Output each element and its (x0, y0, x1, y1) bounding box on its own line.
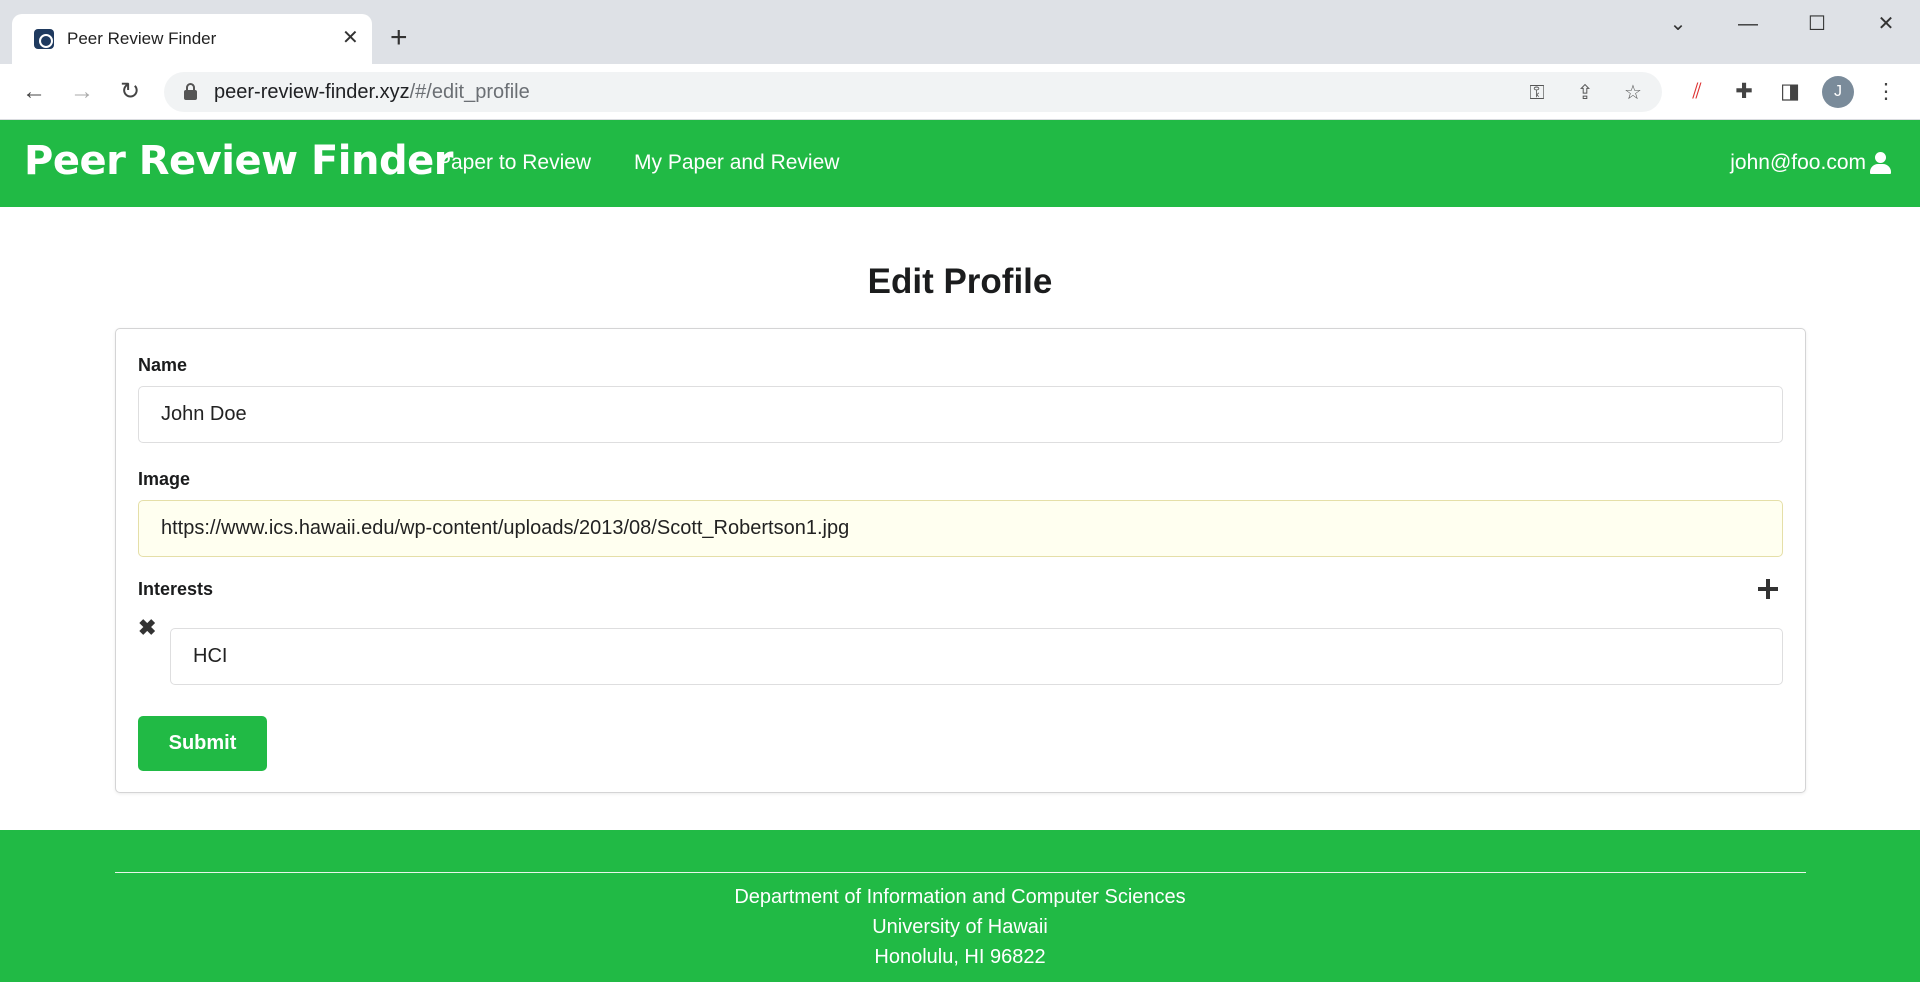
user-icon (1870, 152, 1891, 174)
maximize-icon[interactable]: ☐ (1797, 10, 1837, 40)
app-navbar: Peer Review Finder Paper to Review My Pa… (0, 120, 1920, 207)
menu-icon[interactable]: ⋮ (1872, 78, 1900, 106)
minimize-icon[interactable]: — (1728, 10, 1768, 40)
submit-button[interactable]: Submit (138, 716, 267, 771)
image-label: Image (138, 469, 191, 489)
footer-university: University of Hawaii (872, 916, 1048, 938)
back-icon[interactable]: ← (20, 78, 48, 106)
url-text[interactable]: peer-review-finder.xyz/#/edit_profile (214, 81, 530, 104)
nav-my-paper-and-review[interactable]: My Paper and Review (634, 151, 839, 175)
profile-avatar[interactable]: J (1822, 76, 1854, 108)
user-menu[interactable]: john@foo.com (1730, 151, 1891, 175)
interest-input[interactable] (170, 628, 1783, 685)
reload-icon[interactable]: ↻ (116, 78, 144, 106)
nav-paper-to-review[interactable]: Paper to Review (437, 151, 591, 175)
extension-icon[interactable]: ⫽ (1683, 78, 1711, 106)
name-label: Name (138, 355, 188, 375)
star-icon[interactable]: ☆ (1620, 80, 1646, 106)
interests-label: Interests (138, 579, 214, 599)
footer-address: Honolulu, HI 96822 (874, 946, 1046, 968)
user-email: john@foo.com (1730, 151, 1866, 174)
close-tab-icon[interactable]: ✕ (342, 26, 359, 50)
lock-icon[interactable] (184, 83, 197, 100)
add-interest-icon[interactable] (1756, 577, 1780, 601)
footer-divider (115, 872, 1806, 873)
forward-icon[interactable]: → (68, 78, 96, 106)
edit-profile-form: Name Image Interests ✖ Submit (115, 328, 1806, 793)
new-tab-icon[interactable]: + (390, 22, 408, 54)
tab-title: Peer Review Finder (67, 29, 217, 48)
browser-tabstrip: Peer Review Finder ✕ + ⌄ — ☐ ✕ (0, 0, 1920, 64)
remove-interest-icon[interactable]: ✖ (138, 617, 156, 639)
address-bar[interactable]: peer-review-finder.xyz/#/edit_profile ⚿ … (164, 72, 1662, 112)
close-window-icon[interactable]: ✕ (1866, 10, 1906, 40)
share-icon[interactable]: ⇪ (1572, 80, 1598, 106)
image-url-input[interactable] (138, 500, 1783, 557)
site-favicon-icon (34, 29, 54, 49)
footer-department: Department of Information and Computer S… (734, 886, 1186, 908)
footer: Department of Information and Computer S… (0, 830, 1920, 982)
key-icon[interactable]: ⚿ (1524, 80, 1550, 106)
name-input[interactable] (138, 386, 1783, 443)
puzzle-icon[interactable]: ✚ (1730, 78, 1758, 106)
side-panel-icon[interactable]: ◨ (1776, 78, 1804, 106)
brand-title[interactable]: Peer Review Finder (24, 138, 453, 184)
page-title: Edit Profile (867, 262, 1053, 301)
browser-toolbar: ← → ↻ peer-review-finder.xyz/#/edit_prof… (0, 64, 1920, 120)
tab-search-icon[interactable]: ⌄ (1658, 10, 1698, 40)
browser-tab[interactable]: Peer Review Finder ✕ (12, 14, 372, 64)
